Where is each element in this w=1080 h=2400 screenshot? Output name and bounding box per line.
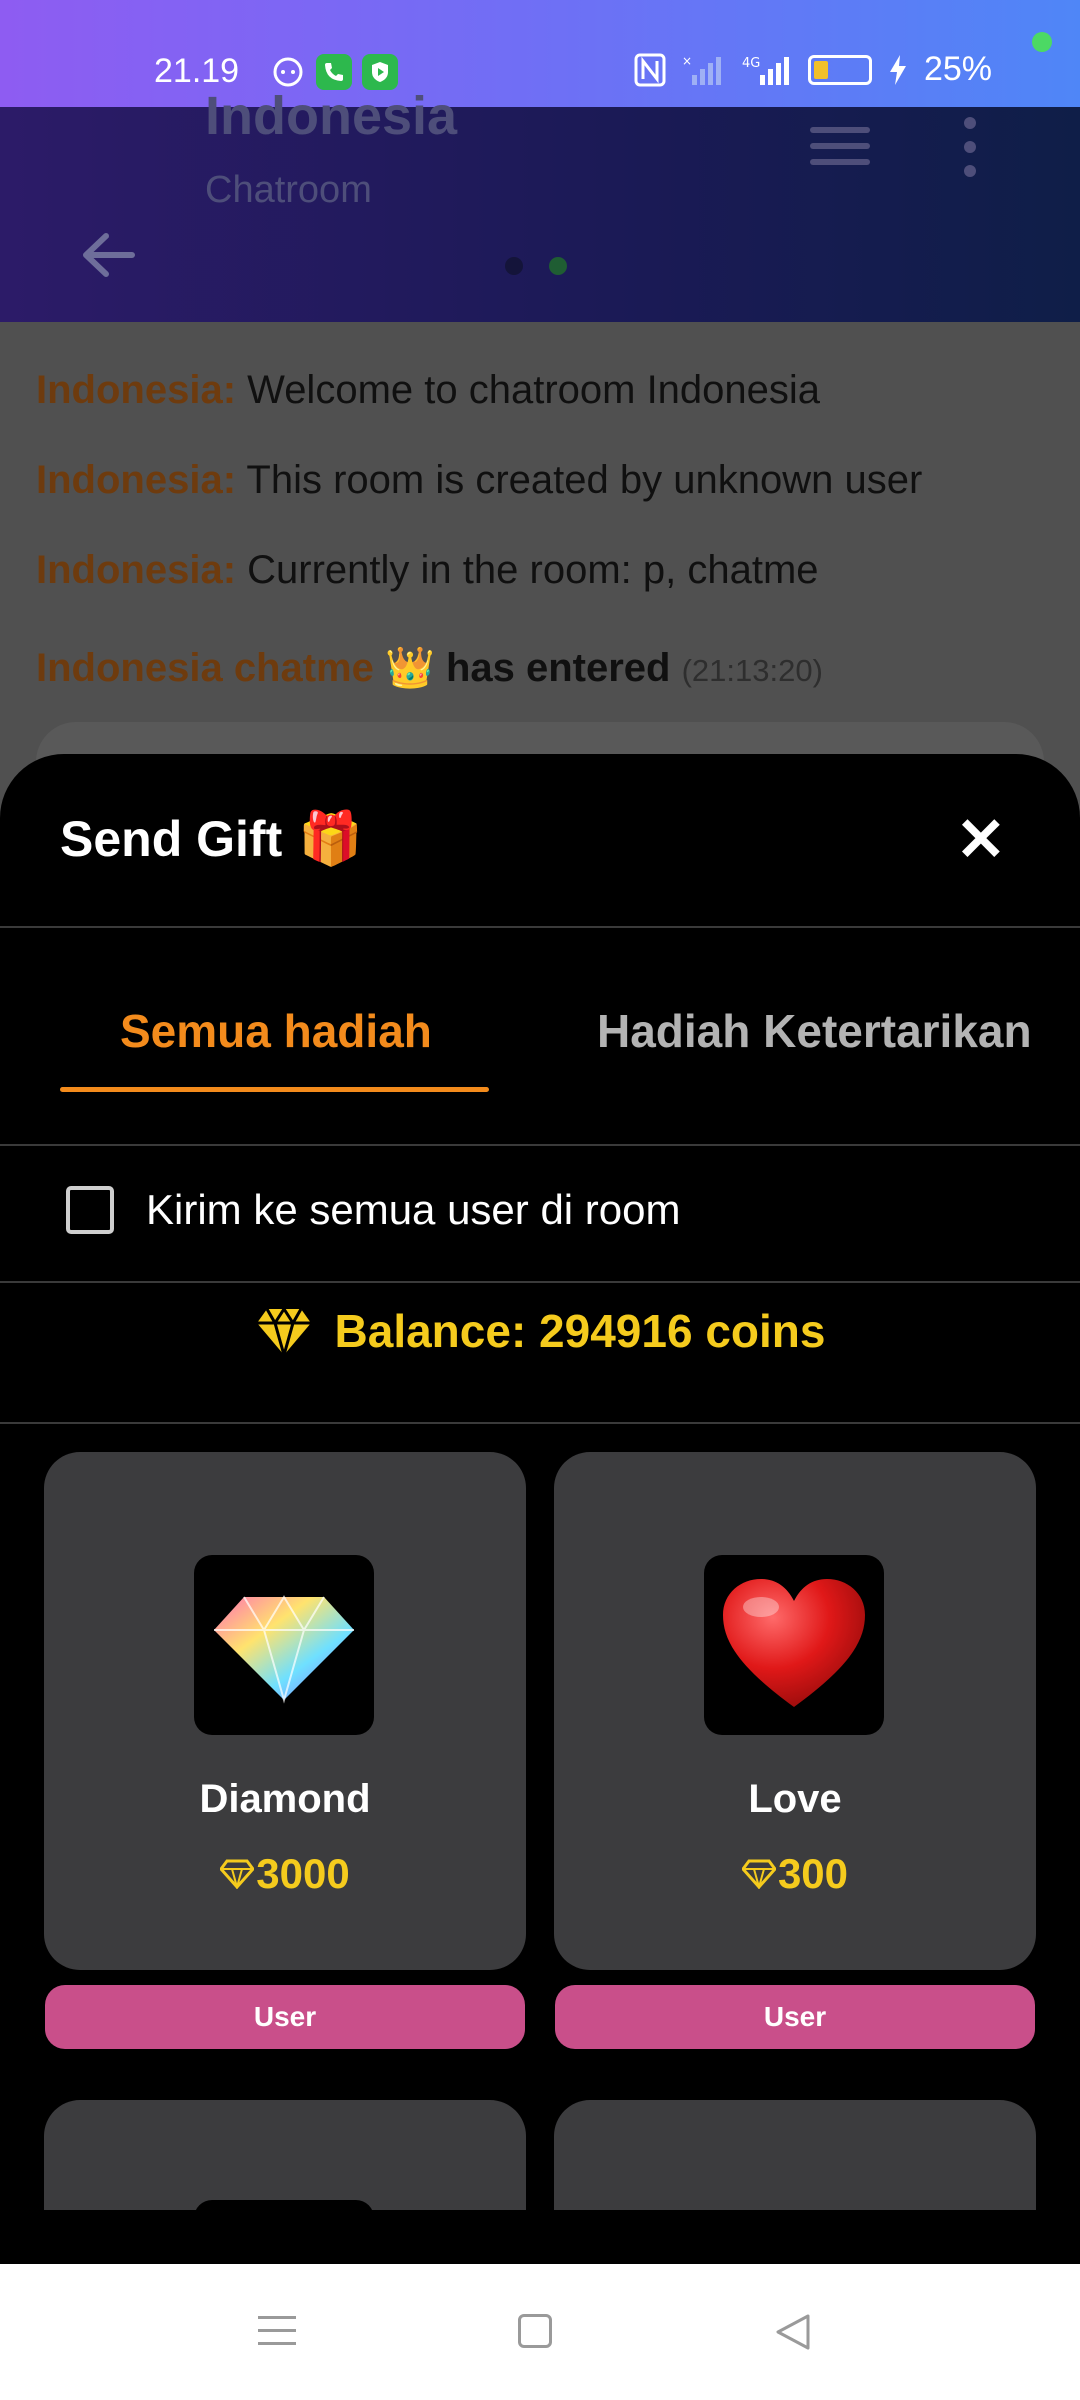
close-button[interactable]: ✕ xyxy=(956,810,1006,870)
gem-icon xyxy=(220,1859,255,1889)
divider xyxy=(0,926,1080,928)
gift-image-partial xyxy=(194,2200,374,2220)
system-nav-bar xyxy=(0,2264,1080,2400)
gem-icon xyxy=(741,1859,776,1889)
gift-card-partial[interactable] xyxy=(44,2100,526,2220)
send-to-all-checkbox[interactable] xyxy=(66,1186,114,1234)
gift-price-value: 3000 xyxy=(256,1850,350,1897)
back-arrow-icon[interactable] xyxy=(78,225,138,294)
svg-text:×: × xyxy=(682,54,692,68)
signal-icon: × xyxy=(682,54,721,85)
divider xyxy=(0,1144,1080,1146)
chat-message: Indonesia: This room is created by unkno… xyxy=(36,458,922,503)
sheet-title-text: Send Gift xyxy=(60,810,283,867)
message-sender: Indonesia: xyxy=(36,368,237,412)
status-right-icons: × 4G 25% xyxy=(634,50,992,89)
battery-icon xyxy=(807,54,872,85)
entry-sender: Indonesia chatme xyxy=(36,646,374,690)
send-to-all-label: Kirim ke semua user di room xyxy=(146,1186,681,1233)
gift-price: 3000 xyxy=(44,1850,526,1898)
home-icon[interactable] xyxy=(518,2314,552,2348)
room-subtitle: Chatroom xyxy=(205,169,372,211)
send-gift-sheet: Send Gift 🎁 ✕ Semua hadiah Hadiah Ketert… xyxy=(0,754,1080,2264)
charging-icon xyxy=(889,54,906,85)
chat-entry-message: Indonesia chatme 👑 has entered (21:13:20… xyxy=(36,644,823,691)
recent-apps-icon[interactable] xyxy=(258,2316,296,2355)
tab-hadiah-ketertarikan[interactable]: Hadiah Ketertarikan xyxy=(597,1004,1032,1058)
message-sender: Indonesia: xyxy=(36,548,237,592)
diamond-icon xyxy=(194,1555,374,1735)
user-button-diamond[interactable]: User xyxy=(45,1985,525,2049)
nfc-icon xyxy=(634,53,666,86)
gift-icon: 🎁 xyxy=(298,810,363,868)
gift-name: Diamond xyxy=(199,1777,371,1821)
balance-row: Balance: 294916 coins xyxy=(0,1304,1080,1358)
crown-icon: 👑 xyxy=(385,646,435,690)
divider xyxy=(0,1422,1080,1424)
message-text: Welcome to chatroom Indonesia xyxy=(247,368,821,412)
room-title: Indonesia xyxy=(205,86,458,146)
message-text: Currently in the room: p, chatme xyxy=(247,548,819,592)
tab-semua-hadiah[interactable]: Semua hadiah xyxy=(120,1004,432,1058)
entry-time: (21:13:20) xyxy=(681,653,823,688)
page-indicator xyxy=(505,257,567,275)
gift-price-value: 300 xyxy=(777,1850,849,1897)
gift-card-love[interactable]: Love 300 xyxy=(554,1452,1036,1970)
divider xyxy=(0,1281,1080,1283)
gift-card-diamond[interactable]: Diamond 3000 xyxy=(44,1452,526,1970)
entry-action: has entered xyxy=(445,646,671,690)
gift-price: 300 xyxy=(554,1850,1036,1898)
heart-icon xyxy=(704,1555,884,1735)
send-to-all-row[interactable]: Kirim ke semua user di room xyxy=(66,1186,681,1234)
message-text: This room is created by unknown user xyxy=(246,458,923,502)
message-sender: Indonesia: xyxy=(36,458,237,502)
sheet-title: Send Gift 🎁 xyxy=(60,808,363,869)
4g-signal-icon: 4G xyxy=(742,56,789,85)
back-triangle-icon[interactable] xyxy=(774,2312,812,2352)
chat-message: Indonesia: Currently in the room: p, cha… xyxy=(36,548,819,593)
balance-text: Balance: 294916 coins xyxy=(334,1305,826,1357)
app-header: Indonesia Chatroom xyxy=(0,86,1080,322)
gift-card-partial[interactable] xyxy=(554,2100,1036,2210)
chat-message: Indonesia: Welcome to chatroom Indonesia xyxy=(36,368,820,413)
battery-percent: 25% xyxy=(923,50,992,88)
active-tab-indicator xyxy=(60,1087,489,1092)
status-bar: 21.19 × 4G 25% xyxy=(0,0,1080,107)
user-button-love[interactable]: User xyxy=(555,1985,1035,2049)
svg-text:4G: 4G xyxy=(742,56,760,71)
gift-name: Love xyxy=(748,1777,842,1821)
gem-icon xyxy=(256,1306,311,1357)
user-list-icon[interactable] xyxy=(810,127,870,175)
privacy-indicator-dot xyxy=(1032,32,1052,52)
more-options-icon[interactable] xyxy=(964,117,976,189)
